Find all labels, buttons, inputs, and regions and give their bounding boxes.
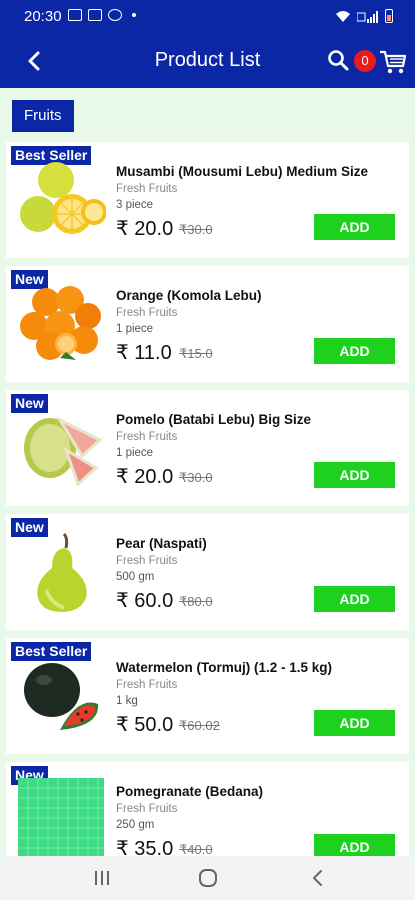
product-name[interactable]: Watermelon (Tormuj) (1.2 - 1.5 kg) — [116, 660, 406, 675]
home-icon[interactable] — [196, 866, 220, 890]
pomegranate-image-placeholder — [18, 778, 104, 856]
product-mrp: ₹15.0 — [179, 346, 213, 361]
product-name[interactable]: Pear (Naspati) — [116, 536, 406, 551]
product-quantity: 250 gm — [116, 819, 155, 831]
product-quantity: 1 piece — [116, 447, 154, 459]
product-mrp: ₹30.0 — [179, 222, 213, 237]
product-category: Fresh Fruits — [116, 555, 178, 567]
status-time: 20:30 — [24, 8, 62, 25]
cart-button[interactable]: 0 — [354, 47, 410, 77]
app-bar: Product List 0 — [0, 34, 415, 88]
add-button[interactable]: ADD — [314, 834, 395, 856]
category-chip[interactable]: Fruits — [12, 100, 74, 132]
product-category: Fresh Fruits — [116, 679, 178, 691]
search-icon[interactable] — [326, 48, 350, 72]
product-card[interactable]: New Pear (Naspati) Fresh Fruits 500 gm ₹… — [6, 514, 409, 630]
gallery-notification-icon — [68, 9, 82, 21]
status-bar: 20:30 — [0, 0, 415, 34]
notification-icons — [68, 9, 136, 21]
signal-icon — [357, 10, 378, 23]
product-price: ₹ 35.0 — [116, 838, 174, 856]
pear-image — [37, 532, 87, 612]
product-card[interactable]: Best Seller Watermelon (Tormuj) (1.2 - 1… — [6, 638, 409, 754]
wifi-icon — [336, 10, 350, 22]
product-price: ₹ 50.0 — [116, 714, 174, 736]
product-mrp: ₹60.02 — [179, 718, 220, 733]
battery-icon — [385, 9, 393, 23]
recent-apps-icon[interactable] — [90, 866, 114, 890]
product-name[interactable]: Pomegranate (Bedana) — [116, 784, 406, 799]
add-button[interactable]: ADD — [314, 586, 395, 612]
product-price: ₹ 20.0 — [116, 218, 174, 240]
product-card[interactable]: New Pomegranate (Bedana) Fresh Fruits 25… — [6, 762, 409, 856]
product-name[interactable]: Orange (Komola Lebu) — [116, 288, 406, 303]
product-mrp: ₹30.0 — [179, 470, 213, 485]
app-notification-icon — [108, 9, 122, 21]
product-mrp: ₹80.0 — [179, 594, 213, 609]
page-title: Product List — [154, 49, 261, 71]
product-card[interactable]: New Pomelo (Batabi Lebu) Big Size Fresh … — [6, 390, 409, 506]
product-name[interactable]: Musambi (Mousumi Lebu) Medium Size — [116, 164, 406, 179]
add-button[interactable]: ADD — [314, 338, 395, 364]
product-category: Fresh Fruits — [116, 183, 178, 195]
add-button[interactable]: ADD — [314, 710, 395, 736]
system-back-icon[interactable] — [306, 866, 330, 890]
system-navigation-bar — [0, 856, 415, 900]
product-price: ₹ 60.0 — [116, 590, 174, 612]
add-button[interactable]: ADD — [314, 214, 395, 240]
system-icons — [335, 9, 393, 23]
add-button[interactable]: ADD — [314, 462, 395, 488]
product-quantity: 1 piece — [116, 323, 154, 335]
pomelo-image — [24, 416, 103, 487]
product-price: ₹ 20.0 — [116, 466, 174, 488]
more-notifications-icon — [132, 13, 136, 17]
product-category: Fresh Fruits — [116, 431, 178, 443]
product-category: Fresh Fruits — [116, 803, 178, 815]
product-quantity: 1 kg — [116, 695, 138, 707]
orange-image — [20, 286, 101, 360]
product-mrp: ₹40.0 — [179, 842, 213, 856]
musambi-image — [20, 162, 106, 234]
product-card[interactable]: Best Seller Musambi (Mousumi Lebu) Mediu… — [6, 142, 409, 258]
product-name[interactable]: Pomelo (Batabi Lebu) Big Size — [116, 412, 406, 427]
watermelon-image — [24, 663, 99, 730]
product-quantity: 500 gm — [116, 571, 155, 583]
product-quantity: 3 piece — [116, 199, 154, 211]
product-list[interactable]: Fruits Best Seller Musambi (Mousumi Lebu… — [0, 88, 415, 856]
product-price: ₹ 11.0 — [116, 342, 172, 364]
cart-count-badge: 0 — [354, 50, 376, 72]
product-category: Fresh Fruits — [116, 307, 178, 319]
cart-icon[interactable] — [378, 47, 408, 77]
product-card[interactable]: New Orange (Komola Lebu) Fresh Fruits 1 … — [6, 266, 409, 382]
image-notification-icon — [88, 9, 102, 21]
